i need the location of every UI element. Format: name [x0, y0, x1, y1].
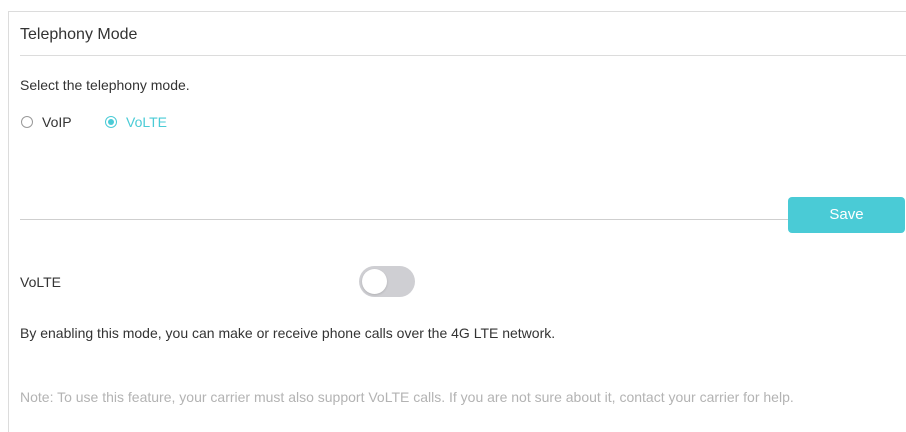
- volte-toggle[interactable]: [359, 266, 415, 297]
- save-divider: [20, 219, 788, 220]
- toggle-knob[interactable]: [362, 269, 387, 294]
- radio-selected-icon[interactable]: [105, 116, 117, 128]
- section-title: Telephony Mode: [20, 26, 138, 43]
- radio-volte-label[interactable]: VoLTE: [126, 114, 167, 130]
- volte-note: Note: To use this feature, your carrier …: [20, 389, 794, 405]
- settings-panel: [8, 11, 906, 432]
- radio-voip[interactable]: VoIP: [21, 114, 72, 130]
- title-divider: [20, 55, 906, 56]
- volte-description: By enabling this mode, you can make or r…: [20, 325, 556, 341]
- save-button[interactable]: Save: [788, 197, 905, 233]
- instruction-text: Select the telephony mode.: [20, 77, 190, 93]
- volte-toggle-label: VoLTE: [20, 274, 61, 290]
- radio-volte[interactable]: VoLTE: [105, 114, 167, 130]
- telephony-settings-page: Telephony Mode Select the telephony mode…: [0, 0, 906, 432]
- radio-voip-label[interactable]: VoIP: [42, 114, 72, 130]
- radio-circle-icon[interactable]: [21, 116, 33, 128]
